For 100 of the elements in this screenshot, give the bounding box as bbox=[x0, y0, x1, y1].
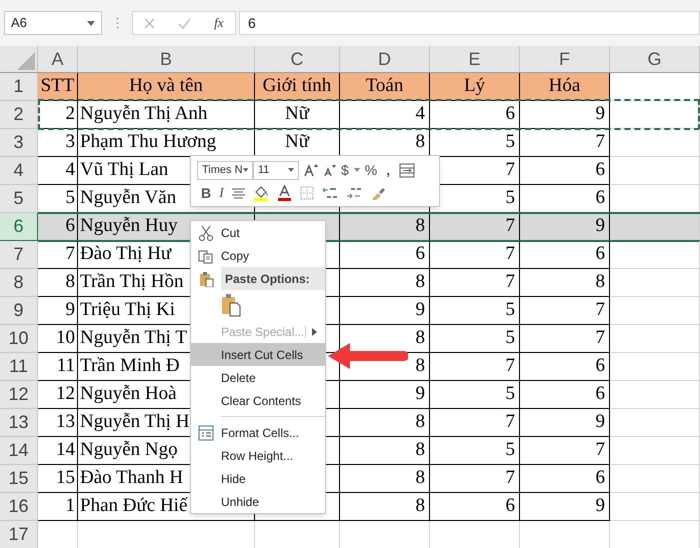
table-cell: 7 bbox=[430, 269, 520, 297]
fill-color-icon[interactable] bbox=[252, 185, 269, 201]
table-cell: 6 bbox=[520, 465, 610, 493]
font-size-field[interactable]: 11 bbox=[253, 160, 299, 180]
column-header[interactable]: A bbox=[38, 46, 78, 72]
row-header[interactable]: 6 bbox=[0, 213, 38, 241]
table-cell: 7 bbox=[430, 353, 520, 381]
table-cell: 8 bbox=[340, 493, 430, 521]
table-cell: 7 bbox=[430, 409, 520, 437]
decrease-decimal-icon[interactable] bbox=[346, 186, 362, 200]
table-cell: 9 bbox=[520, 101, 610, 129]
merge-cells-icon[interactable] bbox=[399, 162, 416, 178]
row-header[interactable]: 17 bbox=[0, 521, 38, 548]
column-header[interactable]: B bbox=[78, 46, 255, 72]
table-cell: 6 bbox=[520, 241, 610, 269]
row-header[interactable]: 10 bbox=[0, 325, 38, 353]
table-cell: 9 bbox=[340, 297, 430, 325]
copy-icon bbox=[198, 248, 214, 264]
comma-style-button[interactable]: , bbox=[382, 160, 394, 180]
table-cell: 8 bbox=[520, 269, 610, 297]
paste-icon[interactable] bbox=[221, 293, 241, 317]
column-header[interactable]: E bbox=[430, 46, 520, 72]
menu-section-title: Paste Options: bbox=[221, 267, 325, 290]
insert-function-button[interactable]: fx bbox=[214, 13, 224, 33]
menu-item[interactable]: Insert Cut Cells bbox=[191, 343, 325, 366]
row-header[interactable]: 12 bbox=[0, 381, 38, 409]
decrease-font-icon[interactable] bbox=[323, 164, 336, 176]
name-box[interactable]: A6 bbox=[4, 11, 102, 35]
dropdown-caret-icon[interactable] bbox=[242, 168, 248, 172]
percent-button[interactable]: % bbox=[364, 160, 378, 180]
row-header[interactable]: 2 bbox=[0, 101, 38, 129]
table-header-cell: Hóa bbox=[520, 73, 610, 101]
table-cell: 3 bbox=[38, 129, 78, 157]
font-name-field[interactable]: Times N bbox=[197, 160, 253, 180]
table-cell: 6 bbox=[430, 101, 520, 129]
table-cell: 5 bbox=[430, 437, 520, 465]
table-cell: Nữ bbox=[255, 101, 340, 129]
table-cell: 6 bbox=[430, 493, 520, 521]
row-header[interactable]: 3 bbox=[0, 129, 38, 157]
row-header[interactable]: 16 bbox=[0, 493, 38, 521]
table-cell: 7 bbox=[520, 325, 610, 353]
table-cell: 1 bbox=[38, 493, 78, 521]
table-cell: 5 bbox=[430, 325, 520, 353]
row-header[interactable]: 5 bbox=[0, 185, 38, 213]
table-cell: 4 bbox=[38, 157, 78, 185]
table-cell: 5 bbox=[38, 185, 78, 213]
table-cell: 9 bbox=[340, 381, 430, 409]
table-cell: 7 bbox=[520, 129, 610, 157]
table-cell: 8 bbox=[340, 269, 430, 297]
dropdown-caret-icon[interactable] bbox=[87, 20, 95, 26]
table-cell: 9 bbox=[38, 297, 78, 325]
table-cell: 6 bbox=[520, 381, 610, 409]
row-header[interactable]: 9 bbox=[0, 297, 38, 325]
table-cell: Nguyễn Thị Anh bbox=[78, 101, 255, 129]
row-header[interactable]: 14 bbox=[0, 437, 38, 465]
scissors-icon bbox=[198, 224, 214, 240]
row-header[interactable]: 11 bbox=[0, 353, 38, 381]
column-header[interactable]: D bbox=[340, 46, 430, 72]
increase-font-icon[interactable] bbox=[304, 163, 318, 177]
row-header[interactable]: 4 bbox=[0, 157, 38, 185]
increase-decimal-icon[interactable] bbox=[322, 186, 338, 200]
bold-button[interactable]: B bbox=[201, 182, 212, 204]
font-color-icon[interactable] bbox=[276, 185, 292, 201]
row-header[interactable]: 8 bbox=[0, 269, 38, 297]
dropdown-caret-icon[interactable] bbox=[288, 168, 294, 172]
row-header[interactable]: 15 bbox=[0, 465, 38, 493]
table-header-cell: Giới tính bbox=[255, 73, 340, 101]
table-cell: 8 bbox=[340, 213, 430, 241]
dropdown-caret-icon[interactable] bbox=[354, 168, 360, 172]
table-cell: 7 bbox=[430, 213, 520, 241]
table-cell: 8 bbox=[340, 409, 430, 437]
formula-input[interactable]: 6 bbox=[239, 11, 700, 35]
align-center-icon[interactable] bbox=[232, 188, 245, 198]
table-cell: 7 bbox=[520, 297, 610, 325]
table-cell: 7 bbox=[430, 465, 520, 493]
column-header[interactable]: F bbox=[520, 46, 610, 72]
table-cell: 6 bbox=[340, 241, 430, 269]
row-header[interactable]: 7 bbox=[0, 241, 38, 269]
table-header-cell: Lý bbox=[430, 73, 520, 101]
table-cell: 15 bbox=[38, 465, 78, 493]
currency-button[interactable]: $ bbox=[341, 160, 349, 180]
table-cell: 7 bbox=[520, 437, 610, 465]
table-cell: 10 bbox=[38, 325, 78, 353]
column-header[interactable]: C bbox=[255, 46, 340, 72]
table-cell: 7 bbox=[38, 241, 78, 269]
format-cells-icon bbox=[198, 424, 214, 440]
submenu-arrow-icon bbox=[312, 328, 317, 336]
table-cell: 9 bbox=[520, 493, 610, 521]
table-header-cell: STT bbox=[38, 73, 78, 101]
table-cell: 6 bbox=[38, 213, 78, 241]
table-cell: 8 bbox=[38, 269, 78, 297]
borders-icon[interactable] bbox=[300, 186, 314, 200]
italic-button[interactable]: I bbox=[219, 182, 224, 204]
row-header[interactable]: 1 bbox=[0, 73, 38, 101]
row-header[interactable]: 13 bbox=[0, 409, 38, 437]
table-cell: 6 bbox=[520, 185, 610, 213]
column-header[interactable]: G bbox=[610, 46, 700, 72]
paintbrush-icon[interactable] bbox=[370, 186, 386, 200]
clipboard-icon bbox=[198, 270, 214, 286]
table-cell: 7 bbox=[430, 241, 520, 269]
